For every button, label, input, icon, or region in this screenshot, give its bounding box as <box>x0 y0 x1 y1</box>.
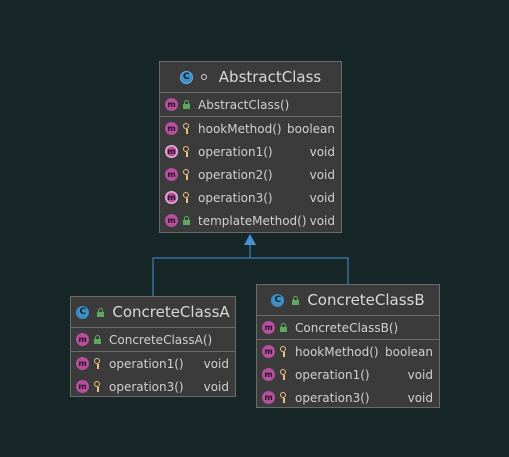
concrete-class-a-constructors: m ConcreteClassA() <box>71 328 235 352</box>
method-row[interactable]: m operation3() void <box>71 375 235 398</box>
method-name: hookMethod() <box>198 121 282 136</box>
edge-concrete-a-to-abstract <box>152 257 250 296</box>
abstract-method-icon: m <box>165 145 178 158</box>
public-lock-icon <box>183 100 190 109</box>
constructor-row[interactable]: m ConcreteClassB() <box>257 316 439 339</box>
concrete-class-a-box[interactable]: C ConcreteClassA m ConcreteClassA() m op… <box>70 296 236 397</box>
method-name: operation1() <box>198 144 273 159</box>
protected-key-icon <box>280 392 287 403</box>
constructor-row[interactable]: m ConcreteClassA() <box>71 328 235 351</box>
method-icon: m <box>262 321 275 334</box>
method-icon: m <box>262 391 275 404</box>
abstract-class-header: C AbstractClass <box>160 62 341 93</box>
protected-key-icon <box>183 123 190 134</box>
method-row[interactable]: m operation2() void <box>160 163 341 186</box>
class-icon: C <box>271 293 285 307</box>
method-row[interactable]: m operation3() void <box>257 386 439 409</box>
method-return-type: boolean <box>385 344 433 359</box>
method-row[interactable]: m hookMethod() boolean <box>257 340 439 363</box>
method-row[interactable]: m operation1() void <box>160 140 341 163</box>
class-icon: C <box>76 305 90 319</box>
method-row[interactable]: m operation1() void <box>71 352 235 375</box>
abstract-class-icon: C <box>179 70 193 84</box>
protected-key-icon <box>183 169 190 180</box>
public-lock-icon <box>97 307 105 317</box>
method-name: operation3() <box>109 379 184 394</box>
package-visibility-icon <box>200 74 207 80</box>
protected-key-icon <box>94 358 101 369</box>
method-icon: m <box>76 357 89 370</box>
method-return-type: void <box>407 367 433 382</box>
protected-key-icon <box>94 381 101 392</box>
concrete-class-b-header: C ConcreteClassB <box>257 285 439 316</box>
method-icon: m <box>76 380 89 393</box>
edge-concrete-b-to-abstract <box>250 257 349 284</box>
method-name: operation2() <box>198 167 273 182</box>
concrete-class-a-title: ConcreteClassA <box>112 303 230 321</box>
protected-key-icon <box>280 346 287 357</box>
method-return-type: void <box>309 190 335 205</box>
constructor-name: AbstractClass() <box>198 97 290 112</box>
concrete-class-b-title: ConcreteClassB <box>307 291 425 309</box>
method-name: operation1() <box>295 367 370 382</box>
method-name: hookMethod() <box>295 344 379 359</box>
method-icon: m <box>262 368 275 381</box>
method-icon: m <box>76 333 89 346</box>
method-return-type: void <box>203 356 229 371</box>
method-row[interactable]: m templateMethod() void <box>160 209 341 232</box>
abstract-method-icon: m <box>165 191 178 204</box>
method-return-type: void <box>203 379 229 394</box>
method-icon: m <box>165 98 178 111</box>
constructor-name: ConcreteClassA() <box>109 332 213 347</box>
abstract-class-title: AbstractClass <box>218 68 322 86</box>
method-name: operation3() <box>295 390 370 405</box>
method-row[interactable]: m hookMethod() boolean <box>160 117 341 140</box>
method-return-type: void <box>309 144 335 159</box>
concrete-class-b-methods: m hookMethod() boolean m operation1() vo… <box>257 340 439 409</box>
abstract-class-methods: m hookMethod() boolean m operation1() vo… <box>160 117 341 232</box>
concrete-class-a-methods: m operation1() void m operation3() void <box>71 352 235 398</box>
public-lock-icon <box>94 335 101 344</box>
concrete-class-a-header: C ConcreteClassA <box>71 297 235 328</box>
public-lock-icon <box>183 216 190 225</box>
method-return-type: void <box>407 390 433 405</box>
protected-key-icon <box>183 192 190 203</box>
method-icon: m <box>262 345 275 358</box>
method-name: templateMethod() <box>198 213 307 228</box>
constructor-name: ConcreteClassB() <box>295 320 399 335</box>
concrete-class-b-constructors: m ConcreteClassB() <box>257 316 439 340</box>
constructor-row[interactable]: m AbstractClass() <box>160 93 341 116</box>
method-return-type: void <box>309 213 335 228</box>
method-name: operation3() <box>198 190 273 205</box>
method-return-type: boolean <box>287 121 335 136</box>
public-lock-icon <box>280 323 287 332</box>
method-name: operation1() <box>109 356 184 371</box>
abstract-class-constructors: m AbstractClass() <box>160 93 341 117</box>
concrete-class-b-box[interactable]: C ConcreteClassB m ConcreteClassB() m ho… <box>256 284 440 408</box>
method-icon: m <box>165 168 178 181</box>
method-icon: m <box>165 122 178 135</box>
method-row[interactable]: m operation1() void <box>257 363 439 386</box>
public-lock-icon <box>292 295 300 305</box>
protected-key-icon <box>183 146 190 157</box>
inheritance-arrowhead <box>244 234 256 245</box>
method-row[interactable]: m operation3() void <box>160 186 341 209</box>
method-icon: m <box>165 214 178 227</box>
method-return-type: void <box>309 167 335 182</box>
protected-key-icon <box>280 369 287 380</box>
abstract-class-box[interactable]: C AbstractClass m AbstractClass() m hook… <box>159 61 342 233</box>
